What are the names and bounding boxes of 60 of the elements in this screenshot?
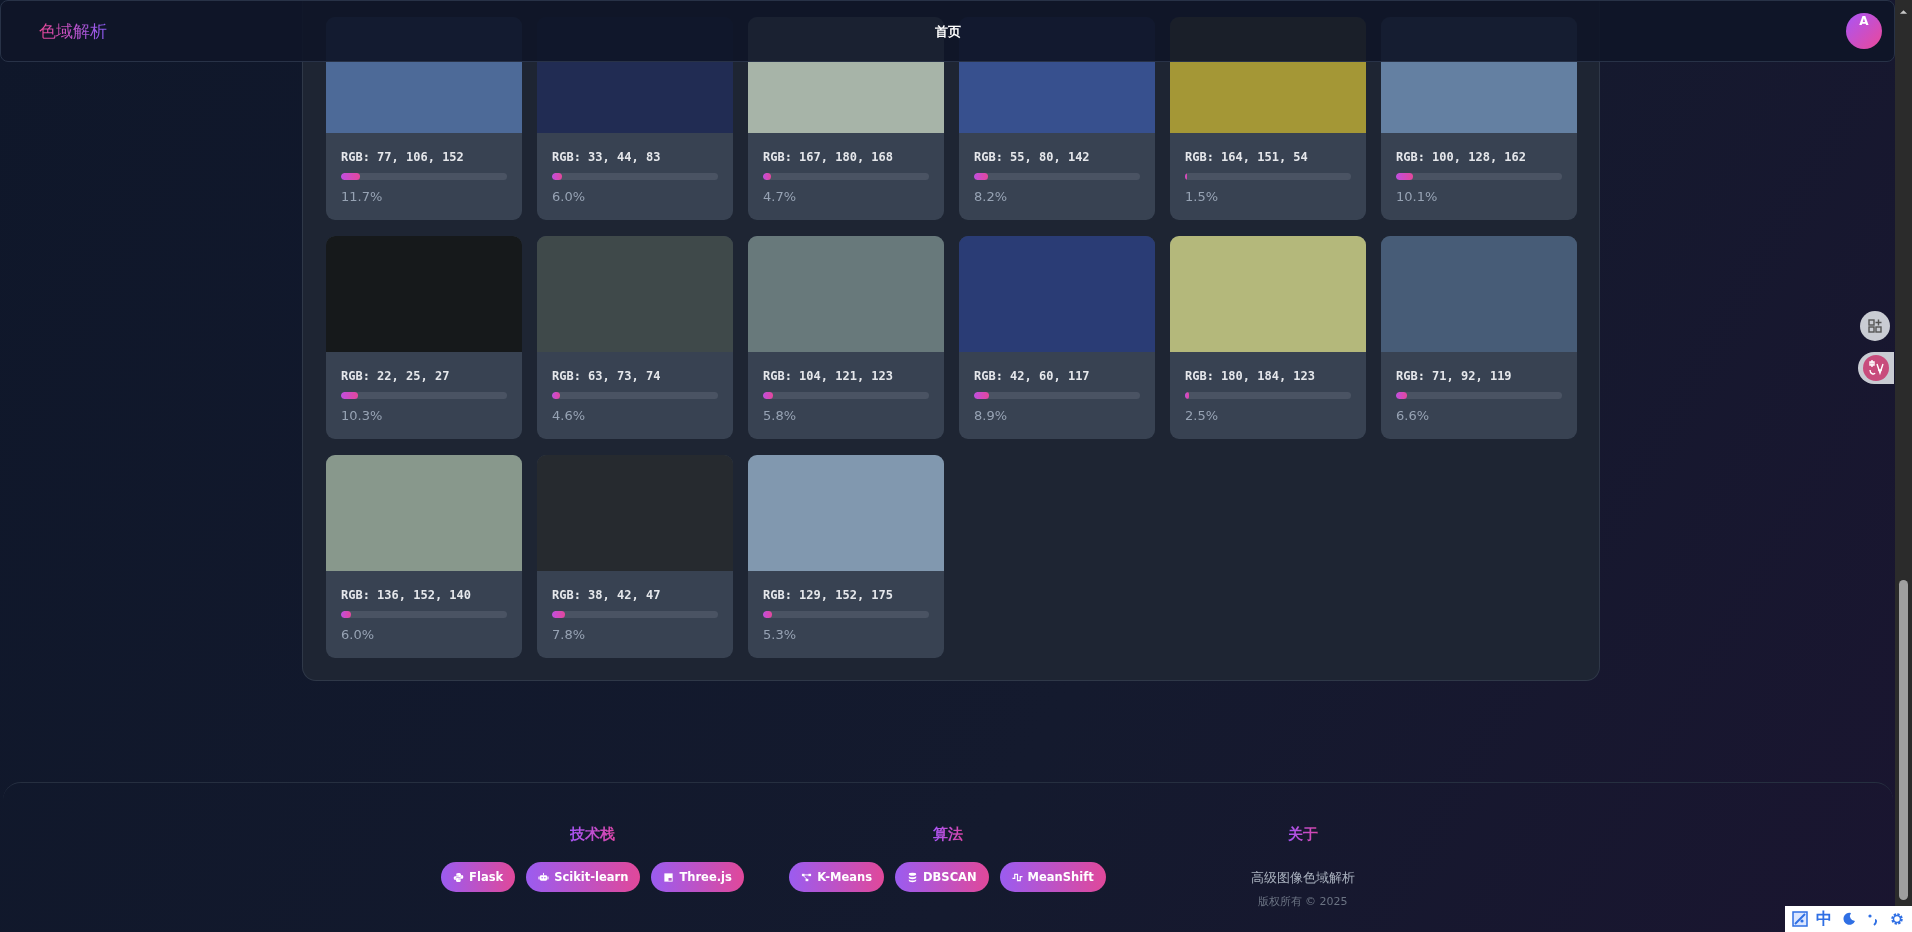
rgb-value: RGB: 180, 184, 123 — [1185, 368, 1317, 384]
apps-button[interactable] — [1860, 311, 1890, 341]
file-icon — [663, 871, 675, 883]
footer-heading: 关于 — [1287, 825, 1318, 844]
rgb-value: RGB: 136, 152, 140 — [341, 587, 473, 603]
python-icon — [453, 871, 465, 883]
percentage: 10.3% — [341, 408, 384, 423]
footer-heading: 算法 — [932, 825, 963, 844]
percentage: 6.0% — [341, 627, 376, 642]
tech-tag[interactable]: Three.js — [651, 862, 744, 892]
rgb-value: RGB: 77, 106, 152 — [341, 149, 465, 165]
rgb-value: RGB: 104, 121, 123 — [763, 368, 895, 384]
translate-button[interactable] — [1858, 352, 1894, 384]
rgb-value: RGB: 129, 152, 175 — [763, 587, 895, 603]
percentage: 6.0% — [552, 189, 587, 204]
rgb-value: RGB: 164, 151, 54 — [1185, 149, 1309, 165]
rgb-value: RGB: 63, 73, 74 — [552, 368, 662, 384]
percentage: 6.6% — [1396, 408, 1431, 423]
percentage: 8.9% — [974, 408, 1009, 423]
rgb-value: RGB: 42, 60, 117 — [974, 368, 1091, 384]
tech-tag[interactable]: K-Means — [789, 862, 885, 892]
settings-icon[interactable] — [1888, 911, 1905, 927]
percentage: 1.5% — [1185, 189, 1220, 204]
nav-link[interactable]: 首页 — [934, 24, 961, 39]
percentage: 10.1% — [1396, 189, 1439, 204]
database-icon — [907, 871, 919, 883]
percentage: 7.8% — [552, 627, 587, 642]
resize-icon[interactable] — [1792, 911, 1809, 927]
percentage: 11.7% — [341, 189, 384, 204]
moon-icon[interactable] — [1840, 911, 1857, 927]
tech-tag[interactable]: Scikit-learn — [526, 862, 641, 892]
rgb-value: RGB: 22, 25, 27 — [341, 368, 451, 384]
percentage: 4.7% — [763, 189, 798, 204]
rgb-value: RGB: 167, 180, 168 — [763, 149, 895, 165]
percentage: 2.5% — [1185, 408, 1220, 423]
scroll-up-icon[interactable] — [1899, 9, 1908, 15]
rgb-value: RGB: 71, 92, 119 — [1396, 368, 1513, 384]
rgb-value: RGB: 55, 80, 142 — [974, 149, 1091, 165]
input-mode-toggle[interactable]: 中 — [1816, 910, 1833, 928]
rgb-value: RGB: 100, 128, 162 — [1396, 149, 1528, 165]
percentage: 8.2% — [974, 189, 1009, 204]
robot-icon — [538, 871, 550, 883]
tech-tag[interactable]: Flask — [441, 862, 516, 892]
user-avatar[interactable]: A — [1846, 13, 1882, 49]
nodes-icon — [801, 871, 813, 883]
percentage: 4.6% — [552, 408, 587, 423]
rgb-value: RGB: 33, 44, 83 — [552, 149, 662, 165]
tech-tag[interactable]: DBSCAN — [895, 862, 989, 892]
scrollbar-thumb[interactable] — [1899, 580, 1908, 900]
footer-text: 高级图像色域解析 — [1250, 870, 1355, 887]
grid-icon — [1867, 318, 1883, 334]
percentage: 5.3% — [763, 627, 798, 642]
rgb-value: RGB: 38, 42, 47 — [552, 587, 662, 603]
footer-text: 版权所有 © 2025 — [1257, 894, 1348, 909]
tech-tag[interactable]: MeanShift — [999, 862, 1106, 892]
wave-icon — [1011, 871, 1023, 883]
footer-heading: 技术栈 — [570, 825, 615, 844]
translate-icon — [1863, 355, 1889, 381]
scrollbar[interactable] — [1895, 0, 1912, 906]
percentage: 5.8% — [763, 408, 798, 423]
